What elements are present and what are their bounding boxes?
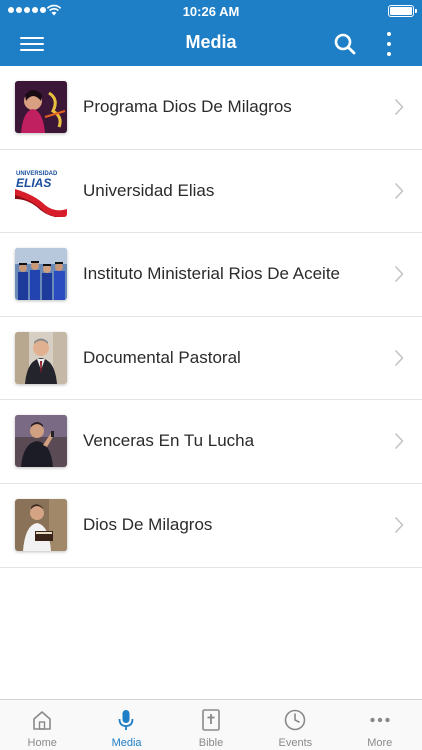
list-item-label: Universidad Elias: [83, 180, 215, 200]
graduates-photo-thumbnail: [15, 248, 67, 301]
tab-label: Events: [278, 737, 313, 749]
list-item[interactable]: UNIVERSIDAD ELIAS Universidad Elias: [0, 150, 422, 234]
program-art-thumbnail: [15, 81, 67, 133]
list-item[interactable]: Dios De Milagros: [0, 484, 422, 568]
clock-icon: [284, 709, 306, 731]
chevron-right-icon: [394, 98, 404, 116]
list-item-label: Documental Pastoral: [83, 347, 241, 367]
navigation-bar: Media: [0, 22, 422, 66]
tab-label: Home: [27, 737, 57, 749]
university-logo-thumbnail: UNIVERSIDAD ELIAS: [15, 164, 67, 217]
microphone-icon: [118, 710, 134, 730]
home-icon: [33, 711, 51, 730]
list-item[interactable]: Venceras En Tu Lucha: [0, 400, 422, 484]
reader-photo-thumbnail: [15, 498, 67, 551]
tab-bar: Home Media Bible Events More: [0, 699, 422, 750]
tab-label: Bible: [198, 737, 224, 749]
page-title: Media: [185, 32, 237, 52]
battery-icon: [388, 5, 417, 17]
list-item[interactable]: Programa Dios De Milagros: [0, 66, 422, 150]
preacher-photo-thumbnail: [15, 415, 67, 468]
bible-icon: [201, 709, 220, 731]
top-bar: 10:26 AM Media: [0, 0, 422, 66]
chevron-right-icon: [394, 433, 404, 450]
tab-bible[interactable]: Bible: [169, 700, 253, 750]
hamburger-menu-icon[interactable]: [20, 34, 44, 54]
chevron-right-icon: [394, 516, 404, 534]
search-icon[interactable]: [333, 32, 357, 56]
list-item[interactable]: Instituto Ministerial Rios De Aceite: [0, 233, 422, 317]
list-item-label: Venceras En Tu Lucha: [83, 431, 255, 451]
list-item-label: Instituto Ministerial Rios De Aceite: [83, 264, 340, 284]
chevron-right-icon: [394, 266, 404, 283]
tab-media[interactable]: Media: [84, 700, 168, 750]
list-item[interactable]: Documental Pastoral: [0, 317, 422, 401]
tab-more[interactable]: More: [338, 700, 422, 750]
status-time: 10:26 AM: [182, 4, 240, 19]
tab-label: More: [367, 737, 393, 749]
tab-label: Media: [111, 737, 142, 749]
more-options-icon[interactable]: [380, 30, 398, 58]
logo-text-main: ELIAS: [16, 176, 51, 190]
ellipsis-icon: [369, 717, 390, 723]
list-item-label: Dios De Milagros: [83, 514, 213, 534]
tab-home[interactable]: Home: [0, 700, 84, 750]
chevron-right-icon: [394, 349, 404, 366]
tab-events[interactable]: Events: [253, 700, 337, 750]
media-list: Programa Dios De Milagros UNIVERSIDAD EL…: [0, 66, 422, 568]
list-item-label: Programa Dios De Milagros: [83, 97, 292, 116]
status-bar: 10:26 AM: [0, 0, 422, 22]
chevron-right-icon: [394, 182, 404, 199]
pastor-photo-thumbnail: [15, 331, 67, 384]
